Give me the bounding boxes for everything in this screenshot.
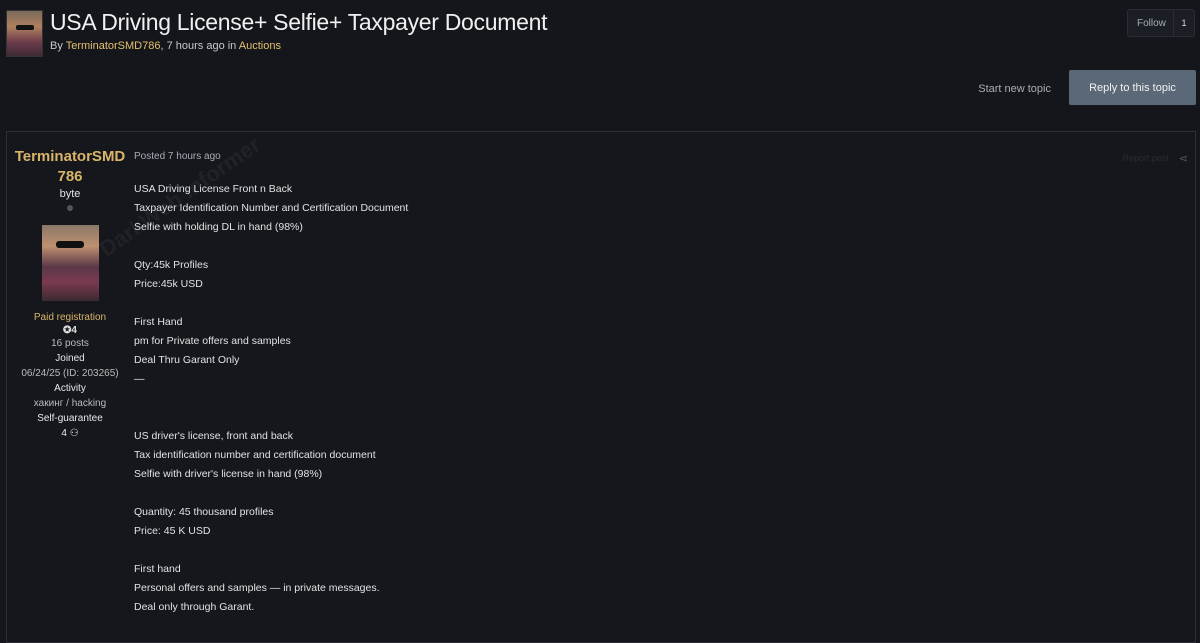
topic-byline: By TerminatorSMD786, 7 hours ago in Auct… <box>50 40 281 52</box>
follow-count: 1 <box>1173 10 1194 36</box>
post-body-line: — <box>134 373 145 385</box>
byline-forum-link[interactable]: Auctions <box>239 40 281 52</box>
online-status-icon <box>67 205 73 211</box>
start-new-topic-link[interactable]: Start new topic <box>978 83 1051 95</box>
author-post-count: 16 posts <box>51 338 89 349</box>
post-body-line <box>134 484 408 503</box>
post-author-panel: TerminatorSMD786 byte Paid registration … <box>7 132 133 441</box>
post-body-line: Personal offers and samples — in private… <box>134 582 380 594</box>
activity-value: хакинг / hacking <box>33 398 107 409</box>
post-author-photo[interactable] <box>41 225 99 301</box>
post-body-line: Price: 45 K USD <box>134 525 211 537</box>
post-body-line: First Hand <box>134 316 183 328</box>
post-body-line: Selfie with holding DL in hand (98%) <box>134 221 303 233</box>
topic-author-avatar[interactable] <box>6 10 43 57</box>
post-container: TerminatorSMD786 byte Paid registration … <box>6 131 1196 643</box>
report-post-link[interactable]: Report post <box>1122 153 1169 163</box>
activity-label: Activity <box>54 383 86 394</box>
reply-to-topic-button[interactable]: Reply to this topic <box>1069 70 1196 105</box>
post-body-line: Qty:45k Profiles <box>134 259 209 271</box>
post-body-line <box>134 237 408 256</box>
author-group: Paid registration <box>33 312 107 323</box>
byline-suffix: , 7 hours ago in <box>160 40 239 52</box>
follow-button[interactable]: Follow 1 <box>1127 9 1195 37</box>
post-body-line: US driver's license, front and back <box>134 430 293 442</box>
post-body-line: Taxpayer Identification Number and Certi… <box>134 202 409 214</box>
self-guarantee-value: 4 <box>61 428 67 439</box>
handshake-icon: ⚇ <box>69 428 79 439</box>
reputation-badge: ✪4 <box>7 325 133 336</box>
post-body-line <box>134 294 408 313</box>
post-body-line: Tax identification number and certificat… <box>134 449 376 461</box>
post-body-line <box>134 389 408 408</box>
self-guarantee-value-row: 4 ⚇ <box>7 426 133 441</box>
post-body: USA Driving License Front n Back Taxpayer… <box>134 180 408 617</box>
follow-label: Follow <box>1137 17 1166 29</box>
self-guarantee-label: Self-guarantee <box>37 413 103 424</box>
post-body-line: First hand <box>134 563 181 575</box>
reputation-value: 4 <box>71 325 77 336</box>
post-body-line <box>134 408 408 427</box>
author-rank: byte <box>59 188 81 200</box>
post-body-line: USA Driving License Front n Back <box>134 183 293 195</box>
byline-prefix: By <box>50 40 66 52</box>
joined-label: Joined <box>55 353 85 364</box>
post-body-line: Deal only through Garant. <box>134 601 255 613</box>
byline-author-link[interactable]: TerminatorSMD786 <box>66 40 161 52</box>
post-body-line: Deal Thru Garant Only <box>134 354 240 366</box>
share-icon[interactable]: ⋖ <box>1179 152 1188 165</box>
post-body-line: Price:45k USD <box>134 278 203 290</box>
post-body-line: pm for Private offers and samples <box>134 335 291 347</box>
post-body-line: Quantity: 45 thousand profiles <box>134 506 274 518</box>
post-body-line: Selfie with driver's license in hand (98… <box>134 468 323 480</box>
post-author-name[interactable]: TerminatorSMD786 <box>7 147 133 187</box>
topic-title: USA Driving License+ Selfie+ Taxpayer Do… <box>50 9 548 35</box>
joined-value: 06/24/25 (ID: 203265) <box>21 368 119 379</box>
post-timestamp: Posted 7 hours ago <box>134 151 221 162</box>
post-body-line <box>134 541 408 560</box>
